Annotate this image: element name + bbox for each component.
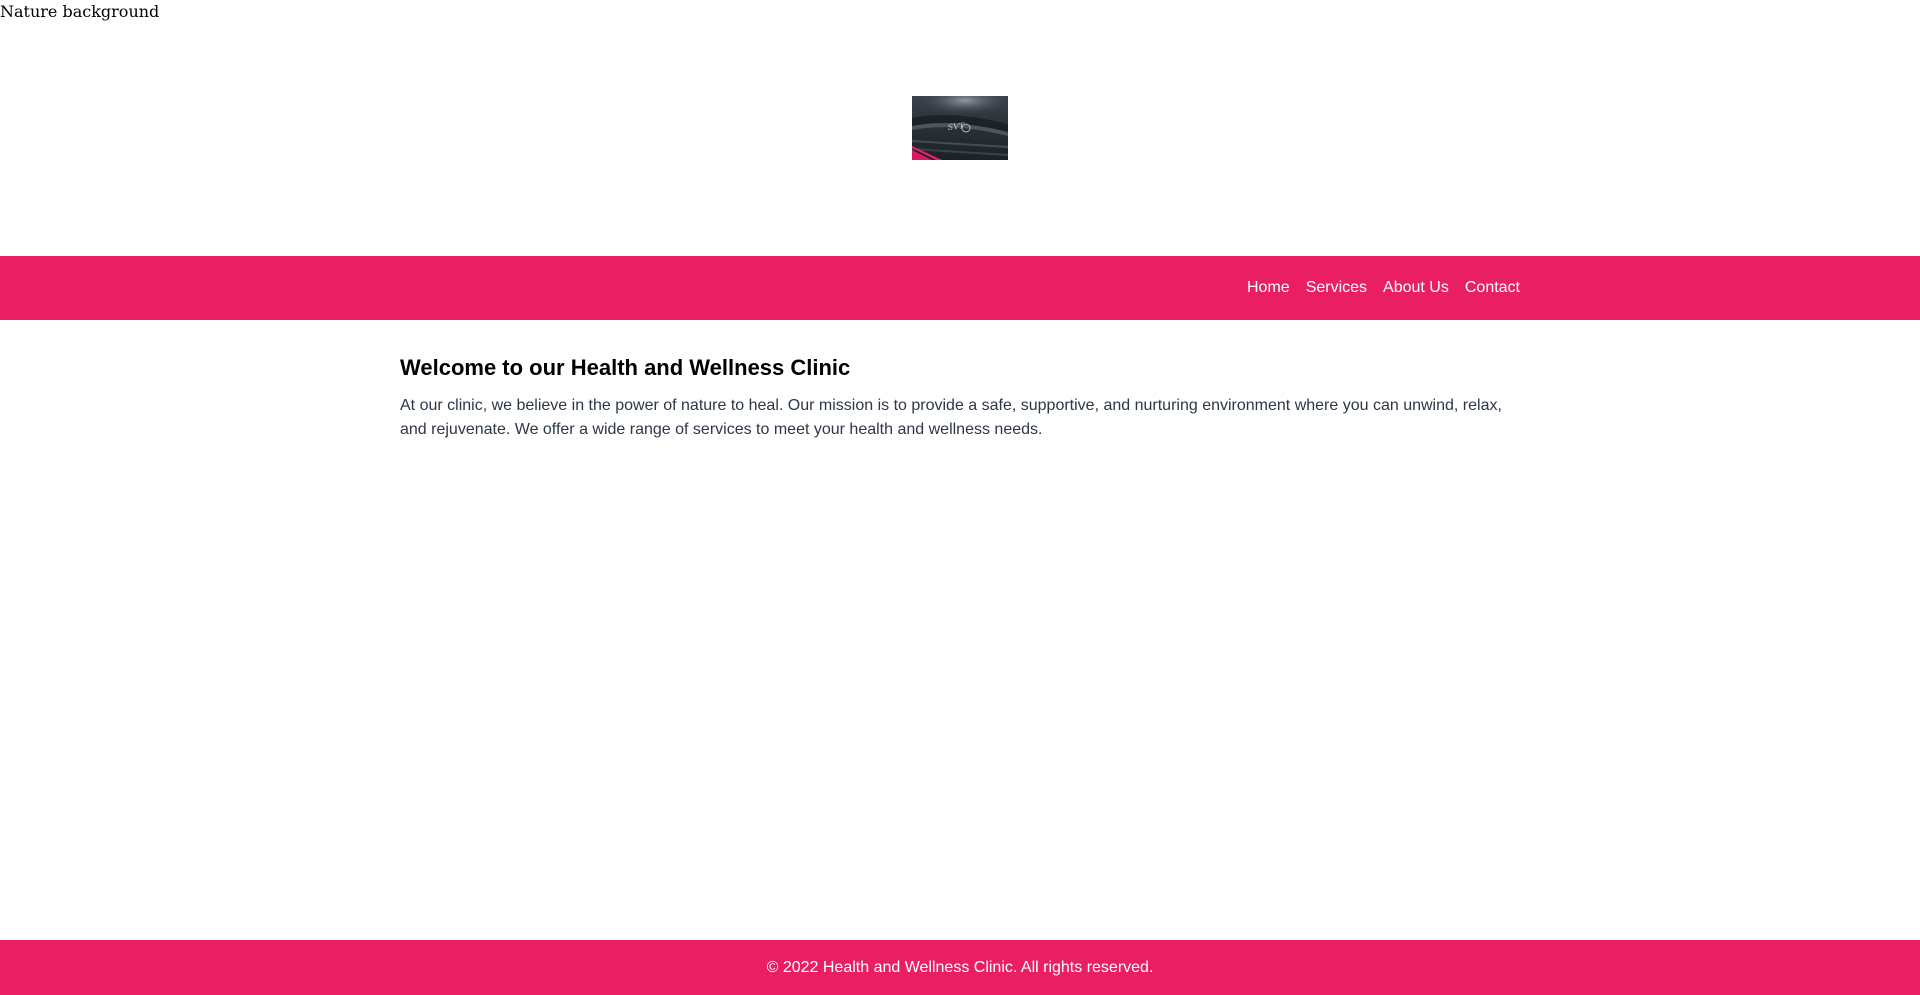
page-title: Welcome to our Health and Wellness Clini… — [400, 355, 851, 380]
nav-link-about-us[interactable]: About Us — [1383, 278, 1449, 298]
nav-link-services[interactable]: Services — [1306, 278, 1367, 298]
intro-paragraph: At our clinic, we believe in the power o… — [400, 397, 1502, 438]
site-footer: © 2022 Health and Wellness Clinic. All r… — [0, 940, 1920, 995]
car-badge-photo-icon: SVT — [912, 96, 1008, 160]
main-navbar: Home Services About Us Contact — [0, 256, 1920, 320]
nav-links: Home Services About Us Contact — [1247, 256, 1520, 320]
hero-background-alt-text: Nature background — [0, 2, 160, 21]
main-content: Welcome to our Health and Wellness Clini… — [400, 350, 1520, 442]
nav-link-home[interactable]: Home — [1247, 278, 1290, 298]
page: Nature background SVT Home Services Abou… — [0, 0, 1920, 995]
nav-link-contact[interactable]: Contact — [1465, 278, 1520, 298]
copyright-text: © 2022 Health and Wellness Clinic. All r… — [766, 959, 1154, 976]
clinic-logo-image: SVT — [912, 96, 1008, 160]
